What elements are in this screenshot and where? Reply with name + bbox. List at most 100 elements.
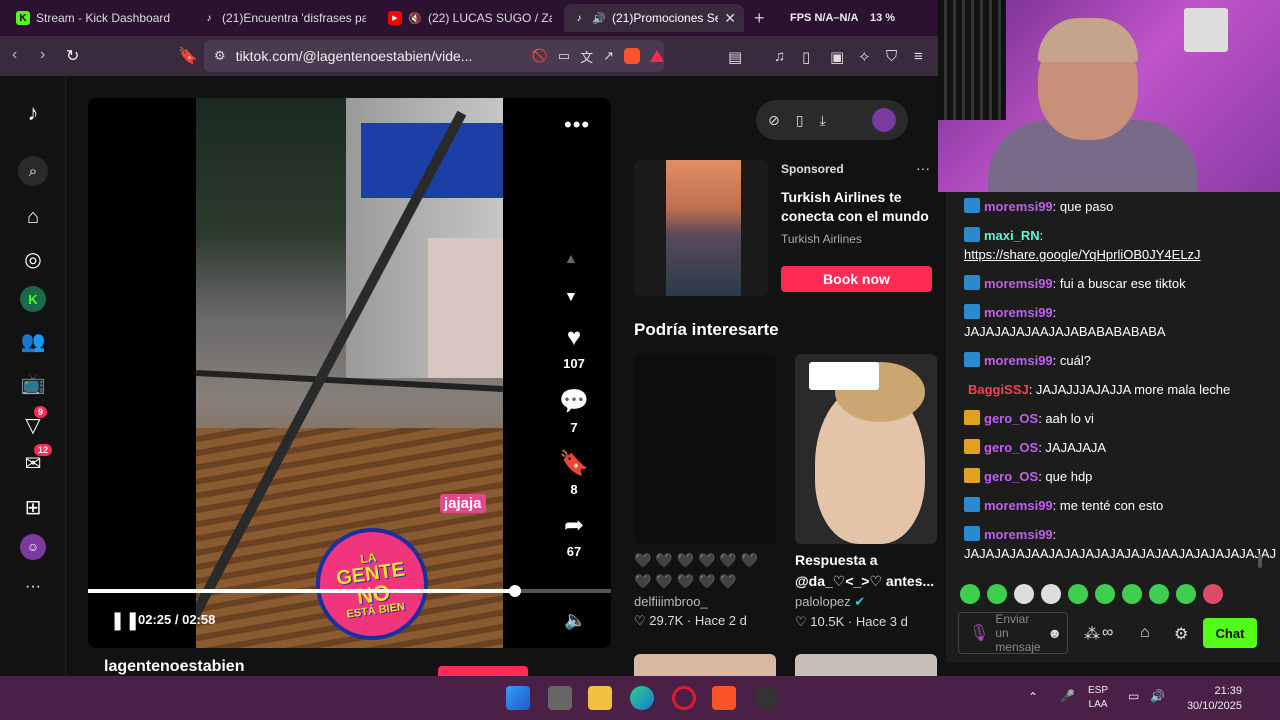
translate-icon[interactable]: 文 (580, 47, 593, 66)
next-card-thumbnail[interactable] (634, 654, 776, 676)
volume-icon[interactable]: 🔈 (564, 610, 586, 631)
brave-shield-icon[interactable] (624, 48, 640, 64)
muted-icon[interactable]: 🔇 (408, 11, 422, 25)
live-icon[interactable]: 📺 (20, 370, 46, 396)
chat-username[interactable]: moremsi99 (984, 199, 1053, 214)
chat-input[interactable]: 🎙 Enviar un mensaje ☻ (958, 612, 1068, 654)
file-explorer-icon[interactable] (588, 686, 612, 710)
tab-tiktok-promociones[interactable]: ♪ 🔊 (21)Promociones Se ✕ (564, 4, 744, 32)
share-button[interactable]: ➦ 67 (550, 512, 598, 559)
ad-more-icon[interactable]: ··· (916, 160, 930, 176)
next-card-thumbnail[interactable] (795, 654, 937, 676)
follow-button[interactable] (438, 666, 528, 676)
chat-link[interactable]: https://share.google/YqHprliOB0JY4ELzJ (964, 247, 1201, 262)
edge-icon[interactable] (630, 686, 654, 710)
card-thumbnail[interactable] (795, 354, 937, 544)
card-thumbnail[interactable] (634, 354, 776, 544)
explore-icon[interactable]: ◎ (20, 246, 46, 272)
card-title[interactable]: 🖤 🖤 🖤 🖤 🖤 🖤 🖤 🖤 🖤 🖤 🖤 #rubia (634, 550, 776, 592)
speaker-icon[interactable]: 🔊 (592, 11, 606, 25)
chevron-up-icon[interactable]: ⌃ (1028, 690, 1038, 704)
brave-icon[interactable] (712, 686, 736, 710)
video-frame[interactable]: jajaja LA GENTE NO ESTÁ BIEN (196, 98, 503, 648)
home-icon[interactable]: ⌂ (20, 204, 46, 230)
menu-icon[interactable]: ≡ (914, 48, 923, 65)
new-tab-button[interactable]: + (754, 8, 765, 29)
emote[interactable] (1122, 584, 1142, 604)
volume-icon[interactable]: 🔊 (1150, 689, 1165, 703)
emoji-icon[interactable]: ☻ (1047, 625, 1062, 641)
heart-icon[interactable]: ♥ (550, 324, 598, 352)
card-author[interactable]: delfiiimbroo_ (634, 594, 776, 609)
bookmark-icon[interactable]: 🔖 (178, 46, 198, 66)
ad-title[interactable]: Turkish Airlines te conecta con el mundo (781, 188, 931, 226)
mic-tray-icon[interactable]: 🎤 (1060, 689, 1075, 703)
tab-kick-dashboard[interactable]: K Stream - Kick Dashboard (8, 4, 188, 32)
tab-youtube[interactable]: ▶ 🔇 (22) LUCAS SUGO / Zap (380, 4, 560, 32)
more-options-icon[interactable]: ··· (20, 574, 46, 600)
chat-send-button[interactable]: Chat (1203, 618, 1257, 648)
chat-username[interactable]: moremsi99 (984, 353, 1053, 368)
vpn-icon[interactable]: ⛉ (886, 48, 897, 65)
emote[interactable] (1095, 584, 1115, 604)
close-icon[interactable]: ✕ (724, 10, 736, 27)
share-icon[interactable]: ➦ (550, 512, 598, 540)
url-text[interactable]: tiktok.com/@lagentenoestabien/vide... (236, 48, 522, 64)
chat-placeholder[interactable]: Enviar un mensaje (995, 612, 1041, 654)
messages-icon[interactable]: ✉ 12 (20, 444, 53, 476)
video-player[interactable]: jajaja LA GENTE NO ESTÁ BIEN ••• ▲ ▼ ♥ 1… (88, 98, 611, 648)
chat-scrollbar[interactable] (1258, 554, 1262, 568)
infinity-icon[interactable]: ∞ (1102, 624, 1113, 642)
search-icon[interactable]: ⌕ (18, 156, 48, 186)
reload-icon[interactable]: ↻ (66, 46, 79, 66)
more-options-icon[interactable]: ••• (564, 112, 590, 138)
profile-avatar[interactable]: ☺ (20, 534, 46, 560)
tiktok-logo-icon[interactable]: ♪ (20, 100, 46, 126)
following-icon[interactable]: 👥 (20, 328, 46, 354)
gear-icon[interactable]: ⚙ (1174, 624, 1188, 644)
brave-rewards-icon[interactable] (650, 50, 664, 62)
bookmark-icon[interactable]: 🔖 (550, 450, 598, 478)
activity-icon[interactable]: ▽ 9 (20, 406, 48, 438)
windows-start-icon[interactable] (506, 686, 530, 710)
chat-username[interactable]: moremsi99 (984, 498, 1053, 513)
media-icon[interactable]: ♫ (774, 48, 785, 65)
mic-icon[interactable]: 🎙 (969, 623, 989, 643)
forward-icon[interactable]: › (40, 46, 45, 64)
video-card[interactable]: 🖤 🖤 🖤 🖤 🖤 🖤 🖤 🖤 🖤 🖤 🖤 #rubia delfiiimbro… (634, 354, 776, 629)
pause-icon[interactable]: ❚❚ (110, 610, 140, 631)
mute-site-icon[interactable]: 🚫 (532, 48, 548, 64)
chevron-down-icon[interactable]: ▼ (564, 288, 578, 304)
emote[interactable] (987, 584, 1007, 604)
clock[interactable]: 21:39 30/10/2025 (1180, 684, 1242, 714)
card-author-row[interactable]: palolopez ✔ (795, 594, 937, 610)
emote[interactable] (1149, 584, 1169, 604)
chat-username[interactable]: moremsi99 (984, 527, 1053, 542)
task-view-icon[interactable] (548, 686, 572, 710)
account-avatar[interactable] (872, 108, 896, 132)
back-icon[interactable]: ‹ (12, 46, 17, 64)
phone-icon[interactable]: ▯ (796, 112, 804, 129)
tab-tiktok-disfrases[interactable]: ♪ (21)Encuentra 'disfrases par (194, 4, 374, 32)
book-now-button[interactable]: Book now (781, 266, 932, 292)
chat-username[interactable]: moremsi99 (984, 276, 1053, 291)
chat-username[interactable]: maxi_RN (984, 228, 1040, 243)
site-settings-icon[interactable]: ⚙ (214, 48, 226, 64)
chat-username[interactable]: moremsi99 (984, 305, 1053, 320)
address-bar[interactable]: ⚙ tiktok.com/@lagentenoestabien/vide... … (204, 40, 664, 72)
network-icon[interactable]: ▭ (1128, 689, 1139, 703)
obs-icon[interactable] (754, 686, 778, 710)
save-button[interactable]: 🔖 8 (550, 450, 598, 497)
share-icon[interactable]: ↗ (603, 48, 614, 64)
comment-icon[interactable]: 💬 (550, 388, 598, 416)
store-icon[interactable]: ⌂ (1140, 624, 1150, 642)
card-author[interactable]: palolopez (795, 594, 851, 609)
leo-ai-icon[interactable]: ✧ (858, 48, 871, 66)
progress-handle[interactable] (509, 585, 522, 597)
chevron-up-icon[interactable]: ▲ (564, 250, 578, 266)
emote[interactable] (960, 584, 980, 604)
sidebar-icon[interactable]: ▯ (802, 48, 810, 66)
progress-bar[interactable] (88, 585, 611, 597)
emote[interactable] (1041, 584, 1061, 604)
compass-icon[interactable]: ⊘ (768, 112, 780, 129)
